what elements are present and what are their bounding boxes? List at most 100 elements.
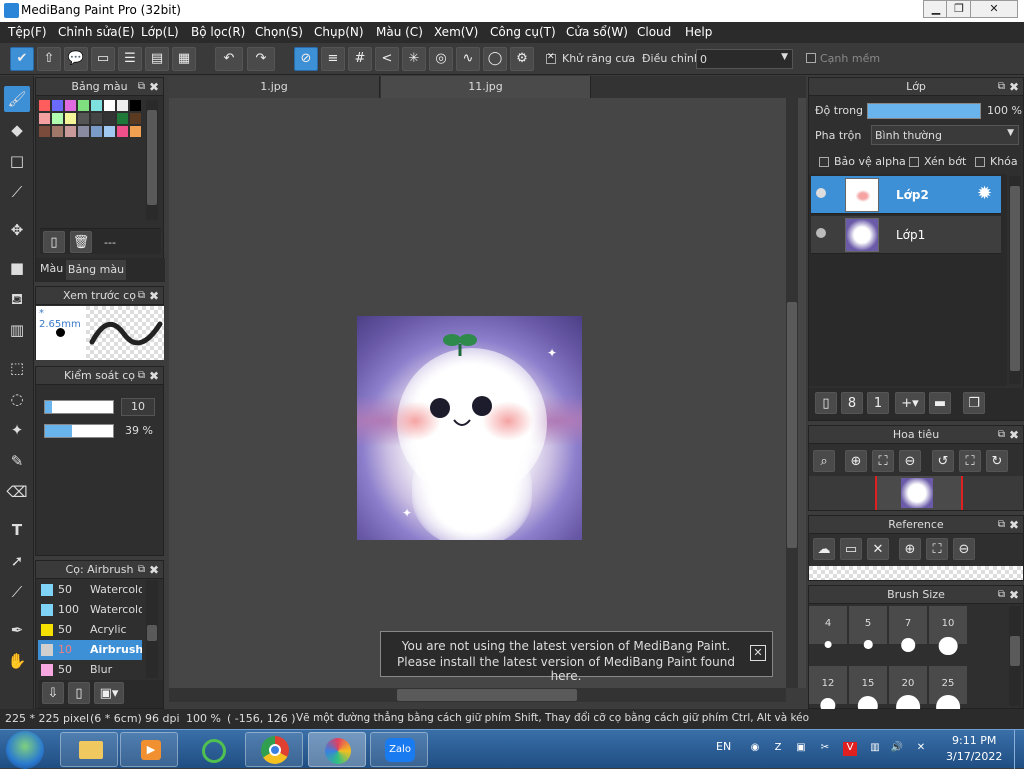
palette-scrollbar[interactable]	[146, 100, 158, 220]
brush-size-cell[interactable]: 20	[889, 666, 927, 710]
menu-capture[interactable]: Chụp(N)	[314, 25, 364, 39]
brush-menu-icon[interactable]: ▣▾	[94, 682, 124, 704]
brush-size-cell[interactable]: 5	[849, 606, 887, 649]
popout-icon[interactable]: ⧉	[138, 287, 145, 305]
show-desktop-button[interactable]	[1014, 730, 1024, 769]
eye-icon[interactable]	[816, 228, 826, 238]
zalo-tray-icon[interactable]: Z	[771, 742, 785, 756]
monitor-icon[interactable]: ▥	[868, 742, 882, 756]
new-1bit-layer-icon[interactable]: 1	[867, 392, 889, 414]
taskbar-zalo[interactable]: Zalo	[370, 732, 428, 767]
eyedropper-tool-icon[interactable]: ✒	[4, 617, 30, 643]
fit-icon[interactable]: ⛶	[926, 538, 948, 560]
zoom-in-icon[interactable]: ⊕	[899, 538, 921, 560]
menu-view[interactable]: Xem(V)	[434, 25, 478, 39]
close-icon[interactable]: ✖	[149, 561, 159, 579]
clock-time[interactable]: 9:11 PM	[952, 734, 996, 747]
lasso-tool-icon[interactable]: ◌	[4, 386, 30, 412]
notice-close-icon[interactable]: ✕	[750, 645, 766, 661]
brush-list-item[interactable]: 50 Watercolor	[38, 580, 142, 600]
blend-mode-dropdown[interactable]: Bình thường ▼	[871, 125, 1019, 145]
brush-size-cell[interactable]: 7	[889, 606, 927, 652]
rotate-left-icon[interactable]: ↺	[932, 450, 954, 472]
reference-preview[interactable]	[809, 566, 1023, 580]
taskbar-app[interactable]	[183, 732, 241, 767]
layer-settings-gear-icon[interactable]: ✹	[977, 183, 992, 204]
eraser-tool-icon[interactable]: ◆	[4, 117, 30, 143]
menu-color[interactable]: Màu (C)	[376, 25, 423, 39]
save-cloud-icon[interactable]: ✔	[10, 47, 34, 71]
grid-snap-icon[interactable]: #	[348, 47, 372, 71]
tab-1-jpg[interactable]: 1.jpg	[169, 76, 380, 98]
brush-tool-icon[interactable]: 🖌	[4, 86, 30, 112]
menu-help[interactable]: Help	[685, 25, 712, 39]
clipping-checkbox[interactable]	[909, 157, 919, 167]
concentric-snap-icon[interactable]: ◎	[429, 47, 453, 71]
antivirus-icon[interactable]: V	[843, 742, 857, 756]
select-pen-tool-icon[interactable]: ✎	[4, 448, 30, 474]
maximize-button[interactable]: ❐	[946, 0, 972, 18]
layer-item-lop1[interactable]: Lớp1	[811, 216, 1001, 254]
layer-opacity-slider[interactable]	[867, 103, 981, 119]
brush-size-cell[interactable]: 10	[929, 606, 967, 656]
tool-tray-icon[interactable]: ✂	[818, 742, 832, 756]
cloud-icon[interactable]: ☁	[813, 538, 835, 560]
text-tool-icon[interactable]: T	[4, 517, 30, 543]
eye-icon[interactable]	[816, 188, 826, 198]
canvas-artwork[interactable]: ✦ ✦	[357, 316, 582, 540]
brush-list-item[interactable]: 10 Airbrush	[38, 640, 142, 660]
canvas-hscrollbar[interactable]	[169, 688, 786, 702]
document-icon[interactable]: ▭	[91, 47, 115, 71]
page-icon[interactable]: ☰	[118, 47, 142, 71]
input-language[interactable]: EN	[716, 740, 731, 753]
rotate-right-icon[interactable]: ↻	[986, 450, 1008, 472]
ellipse-snap-icon[interactable]: ◯	[483, 47, 507, 71]
close-button[interactable]: ✕	[970, 0, 1018, 18]
popout-icon[interactable]: ⧉	[998, 586, 1005, 604]
layer-scrollbar[interactable]	[1009, 176, 1021, 384]
taskbar-media[interactable]: ▶	[120, 732, 178, 767]
network-error-icon[interactable]: ✕	[914, 742, 928, 756]
popout-icon[interactable]: ⧉	[138, 367, 145, 385]
folder-icon[interactable]: ▬	[929, 392, 951, 414]
menu-tools[interactable]: Công cụ(T)	[490, 25, 556, 39]
zoom-out-icon[interactable]: ⊖	[953, 538, 975, 560]
brush-size-cell[interactable]: 12	[809, 666, 847, 710]
brush-size-scrollbar[interactable]	[1009, 606, 1021, 706]
brush-list-item[interactable]: 100 Watercolor	[38, 600, 142, 620]
share-icon[interactable]: ⇧	[37, 47, 61, 71]
menu-edit[interactable]: Chỉnh sửa(E)	[58, 25, 135, 39]
cloud-download-icon[interactable]: ⇩	[42, 682, 64, 704]
select-rect-tool-icon[interactable]: ⬚	[4, 355, 30, 381]
popout-icon[interactable]: ⧉	[998, 78, 1005, 96]
bucket-tool-icon[interactable]: ⛾	[4, 286, 30, 312]
dropper-tool-icon[interactable]: ⟋	[4, 579, 30, 605]
curve-snap-icon[interactable]: ∿	[456, 47, 480, 71]
start-button[interactable]	[6, 731, 44, 769]
select-eraser-tool-icon[interactable]: ⌫	[4, 479, 30, 505]
close-icon[interactable]: ✖	[1009, 78, 1019, 96]
zoom-icon[interactable]: ⌕	[813, 450, 835, 472]
tab-11-jpg[interactable]: 11.jpg	[381, 76, 591, 98]
list-icon[interactable]: ▤	[145, 47, 169, 71]
radial-snap-icon[interactable]: ✳	[402, 47, 426, 71]
snap-off-icon[interactable]: ⊘	[294, 47, 318, 71]
layer-item-lop2[interactable]: Lớp2 ✹	[811, 176, 1001, 214]
line-tool-icon[interactable]: ⟋	[4, 179, 30, 205]
trash-icon[interactable]: 🗑	[70, 231, 92, 253]
popout-icon[interactable]: ⧉	[138, 78, 145, 96]
open-folder-icon[interactable]: ▭	[840, 538, 862, 560]
popout-icon[interactable]: ⧉	[138, 561, 145, 579]
brush-opacity-slider[interactable]	[44, 424, 114, 438]
parallel-snap-icon[interactable]: ≡	[321, 47, 345, 71]
close-icon[interactable]: ✖	[149, 78, 159, 96]
update-notice[interactable]: You are not using the latest version of …	[380, 631, 773, 683]
menu-file[interactable]: Tệp(F)	[8, 25, 47, 39]
close-icon[interactable]: ✖	[1009, 586, 1019, 604]
settings-gear-icon[interactable]: ⚙	[510, 47, 534, 71]
brush-size-cell[interactable]: 25	[929, 666, 967, 710]
menu-filter[interactable]: Bộ lọc(R)	[191, 25, 245, 39]
brush-list-scrollbar[interactable]	[146, 580, 158, 678]
adjust-dropdown[interactable]: 0 ▼	[696, 49, 793, 69]
new-halftone-layer-icon[interactable]: 8	[841, 392, 863, 414]
